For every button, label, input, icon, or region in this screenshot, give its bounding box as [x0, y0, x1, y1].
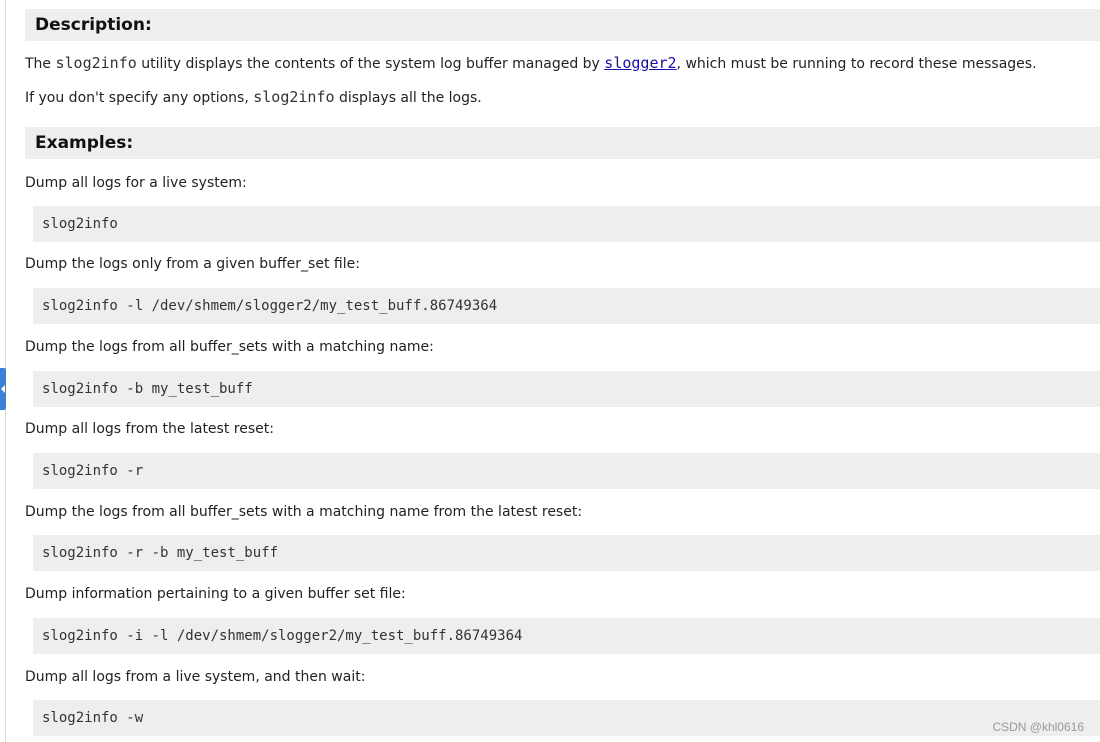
example-description: Dump all logs for a live system:	[25, 175, 247, 191]
example-description: Dump the logs from all buffer_sets with …	[25, 504, 583, 520]
sidebar-collapse-button[interactable]	[0, 368, 6, 410]
code-block: slog2info -w	[33, 700, 1100, 736]
description-heading: Description:	[25, 9, 1100, 41]
example-description: Dump information pertaining to a given b…	[25, 586, 406, 602]
description-paragraph-2: If you don't specify any options, slog2i…	[25, 89, 1100, 107]
code-block: slog2info	[33, 206, 1100, 242]
example-description: Dump all logs from a live system, and th…	[25, 669, 366, 685]
example-description: Dump the logs from all buffer_sets with …	[25, 339, 434, 355]
examples-heading: Examples:	[25, 127, 1100, 159]
description-paragraph-1: The slog2info utility displays the conte…	[25, 55, 1100, 73]
para1-middle: utility displays the contents of the sys…	[136, 56, 605, 72]
slogger2-link[interactable]: slogger2	[604, 54, 676, 72]
watermark: CSDN @khl0616	[992, 720, 1084, 734]
para1-before: The	[25, 56, 56, 72]
code-block: slog2info -r	[33, 453, 1100, 489]
para2-before: If you don't specify any options,	[25, 90, 254, 106]
code-block: slog2info -r -b my_test_buff	[33, 535, 1100, 571]
para2-after: displays all the logs.	[334, 90, 482, 106]
main-content: Description: The slog2info utility displ…	[25, 0, 1100, 736]
example-description: Dump the logs only from a given buffer_s…	[25, 256, 360, 272]
code-block: slog2info -b my_test_buff	[33, 371, 1100, 407]
code-block: slog2info -i -l /dev/shmem/slogger2/my_t…	[33, 618, 1100, 654]
slog2info-command: slog2info	[55, 54, 137, 72]
para1-after: , which must be running to record these …	[676, 56, 1037, 72]
collapse-left-icon	[1, 385, 5, 393]
slog2info-command: slog2info	[253, 88, 335, 106]
code-block: slog2info -l /dev/shmem/slogger2/my_test…	[33, 288, 1100, 324]
example-description: Dump all logs from the latest reset:	[25, 421, 274, 437]
